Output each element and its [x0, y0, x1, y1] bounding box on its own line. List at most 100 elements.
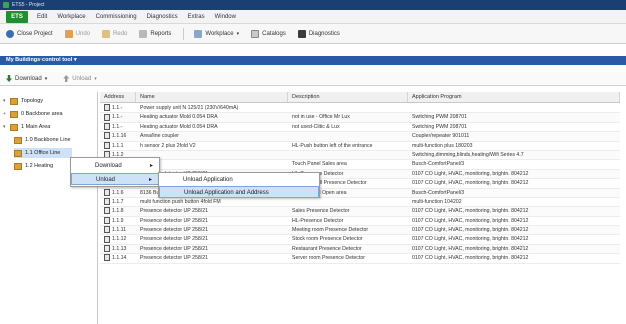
description-cell: Meeting room Presence Detector	[292, 227, 369, 234]
table-row[interactable]: 1.1.13 Presence detector UP 258/21 Restaur…	[100, 244, 620, 255]
table-row[interactable]: 1.1.16 Area/line coupler Coupler/repeater …	[100, 132, 620, 142]
description-cell	[288, 132, 408, 140]
address-cell: 1.1.13	[100, 244, 136, 253]
menu-edit[interactable]: Edit	[32, 14, 52, 20]
tree-item-backbone-line[interactable]: 1.0 Backbone Line	[14, 135, 71, 145]
name-cell: Power supply unit N 125/21 (230V/640mA)	[140, 105, 239, 111]
undo-button[interactable]: Undo	[64, 29, 90, 38]
diagnostics-button[interactable]: Diagnostics	[297, 29, 340, 38]
download-icon	[6, 75, 12, 82]
menu-diagnostics[interactable]: Diagnostics	[142, 14, 183, 20]
submenu-unload-application-and-address[interactable]: Unload Application and Address	[159, 186, 319, 198]
menu-window[interactable]: Window	[210, 14, 241, 20]
unload-button[interactable]: Unload ▾	[63, 75, 97, 82]
reports-button[interactable]: Reports	[139, 29, 171, 38]
window-title: ETS5 - Project	[12, 2, 45, 8]
tree-item-main-area[interactable]: ▾ 1 Main Area	[3, 122, 50, 132]
application-program-cell: 0107 CO Light, HVAC, monitoring, brightn…	[412, 255, 529, 262]
area-icon	[10, 123, 18, 131]
device-grid: Address Name Description Application Pro…	[100, 92, 620, 324]
panel-title[interactable]: My Buildings·control tool ▾	[0, 56, 626, 65]
device-icon	[104, 226, 110, 234]
expander-icon[interactable]: ▾	[3, 122, 10, 132]
undo-icon	[64, 29, 73, 38]
address-cell: 1.1.11	[100, 226, 136, 234]
close-project-icon	[6, 29, 14, 38]
chevron-down-icon: ▾	[94, 75, 97, 82]
catalogs-icon	[251, 29, 260, 38]
device-icon	[104, 207, 110, 215]
chevron-down-icon: ▾	[236, 30, 240, 37]
application-program-cell: 0107 CO Light, HVAC, monitoring, brightn…	[412, 217, 529, 224]
column-header-name[interactable]: Name	[136, 92, 288, 102]
application-program-cell: Coupler/repeater 901011	[412, 133, 470, 140]
table-row[interactable]: 1.1.2 Switching,dimming,blinds,heating/Wi…	[100, 150, 620, 161]
description-cell	[288, 151, 408, 159]
workplace-button[interactable]: Workplace ▾	[194, 29, 240, 38]
application-program-cell: 0107 CO Light, HVAC, monitoring, brightn…	[412, 208, 529, 215]
tree-item-topology[interactable]: ▾ Topology	[3, 96, 43, 106]
context-menu-download[interactable]: Download ▸	[71, 160, 159, 172]
menu-extras[interactable]: Extras	[183, 14, 210, 20]
download-button[interactable]: Download ▾	[6, 75, 47, 82]
name-cell: Presence detector UP 258/21	[140, 208, 208, 215]
table-row[interactable]: 1.1.8 Presence detector UP 258/21 Sales Pr…	[100, 207, 620, 217]
grid-header: Address Name Description Application Pro…	[100, 92, 620, 103]
description-cell: Stock room Presence Detector	[292, 236, 363, 243]
application-program-cell: Switching PWM 208701	[412, 114, 468, 121]
table-row[interactable]: 1.1.- Power supply unit N 125/21 (230V/64…	[100, 104, 620, 114]
address-cell: 1.1.9	[100, 216, 136, 225]
expander-icon[interactable]: +	[3, 109, 10, 119]
table-row[interactable]: 1.1.3Touch Panel Sales areaBusch-Comfort…	[100, 160, 620, 170]
close-project-button[interactable]: Close Project	[6, 29, 53, 38]
tree-item-backbone-area[interactable]: + 0 Backbone area	[3, 109, 63, 119]
application-program-cell: 0107 CO Light, HVAC, monitoring, brightn…	[412, 227, 529, 234]
redo-button[interactable]: Redo	[102, 29, 127, 38]
table-row[interactable]: 1.1.9 Presence detector UP 258/21 HL-Prese…	[100, 216, 620, 227]
device-icon	[104, 254, 110, 262]
name-cell: Presence detector UP 258/21	[140, 236, 208, 243]
menu-commissioning[interactable]: Commissioning	[91, 14, 142, 20]
address-cell: 1.1.-	[100, 113, 136, 121]
description-cell: HL-Push button left of the entrance	[292, 142, 373, 149]
table-row[interactable]: 1.1.12 Presence detector UP 258/21 Stock r…	[100, 235, 620, 245]
tree-item-office-line[interactable]: 1.1 Office Line	[14, 148, 72, 158]
address-cell: 1.1.-	[100, 104, 136, 112]
name-cell: h sensor 2 plus 2fold V2	[140, 142, 196, 149]
application-program-cell: 0107 CO Light, HVAC, monitoring, brightn…	[412, 170, 529, 177]
name-cell: Presence detector UP 258/21	[140, 227, 208, 234]
device-icon	[104, 198, 110, 206]
application-program-cell: 0107 CO Light, HVAC, monitoring, brightn…	[412, 180, 529, 187]
application-program-cell	[408, 104, 620, 112]
submenu-unload-application[interactable]: Unload Application	[159, 174, 319, 186]
device-icon	[104, 141, 110, 149]
table-row[interactable]: 1.1.- Heating actuator Mold 0.054 DRA not …	[100, 113, 620, 123]
device-icon	[104, 244, 110, 252]
application-program-cell: Switching PWM 208701	[412, 123, 468, 130]
menu-workplace[interactable]: Workplace	[52, 14, 90, 20]
catalogs-button[interactable]: Catalogs	[251, 29, 286, 38]
table-row[interactable]: 1.1.7 multi function push button 4fold FM…	[100, 198, 620, 208]
expander-icon[interactable]: ▾	[3, 96, 10, 106]
submenu-arrow-icon: ▸	[149, 163, 153, 169]
table-row[interactable]: 1.1.11 Presence detector UP 258/21 Meeting…	[100, 226, 620, 236]
table-row[interactable]: 1.1.14 Presence detector UP 258/21 Server …	[100, 254, 620, 264]
name-cell: Presence detector UP 258/21	[140, 255, 208, 262]
application-program-cell: Busch-ComfortPanel/3	[412, 161, 465, 168]
tree-item-heating[interactable]: 1.2 Heating	[14, 161, 53, 171]
workplace-icon	[194, 29, 203, 38]
table-row[interactable]: 1.1.- Heating actuator Mold 0.054 DRA not …	[100, 122, 620, 133]
redo-icon	[102, 29, 111, 38]
line-icon	[14, 149, 22, 157]
column-header-description[interactable]: Description	[288, 92, 408, 102]
column-header-application-program[interactable]: Application Program	[408, 92, 620, 102]
context-menu-unload[interactable]: Unload ▸	[71, 173, 159, 185]
ets-menu-button[interactable]: ETS	[6, 10, 28, 23]
line-icon	[14, 136, 22, 144]
diagnostics-icon	[297, 29, 306, 38]
table-row[interactable]: 1.1.1 h sensor 2 plus 2fold V2 HL-Push but…	[100, 141, 620, 151]
column-header-address[interactable]: Address	[100, 92, 136, 102]
address-cell: 1.1.6	[100, 188, 136, 197]
toolbar-separator	[183, 27, 185, 40]
address-cell: 1.1.14	[100, 254, 136, 262]
